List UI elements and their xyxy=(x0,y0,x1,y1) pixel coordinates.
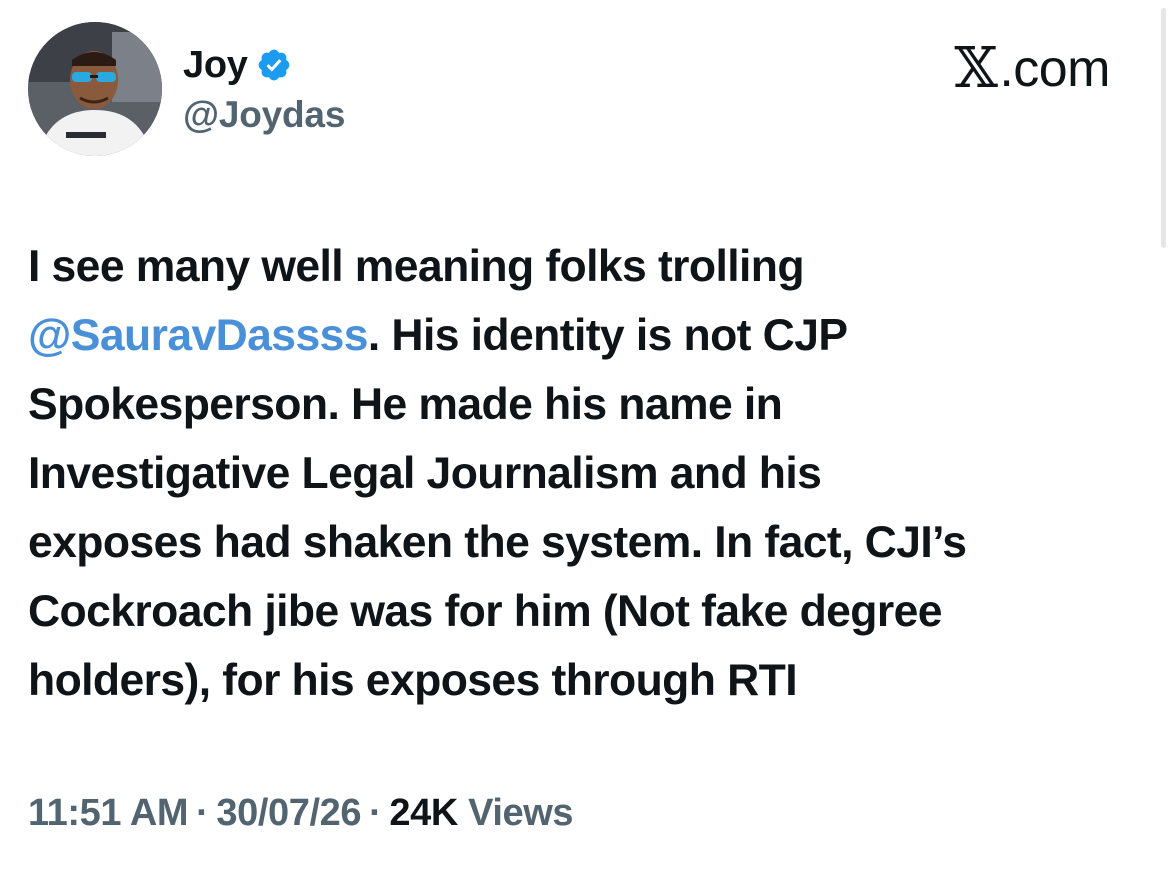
author-handle[interactable]: @Joydas xyxy=(183,94,345,136)
tweet-text-line: Cockroach jibe was for him (Not fake deg… xyxy=(28,577,1148,646)
tweet-header: Joy @Joydas 𝕏 .com xyxy=(28,22,1138,162)
tweet-text-segment: . His identity is not CJP xyxy=(367,311,848,360)
views-label: Views xyxy=(468,792,574,834)
tweet-text: I see many well meaning folks trolling @… xyxy=(28,232,1148,715)
tweet-text-line: Spokesperson. He made his name in xyxy=(28,370,1148,439)
verified-badge-icon[interactable] xyxy=(256,47,292,83)
tweet-text-segment: Investigative Legal Journalism and his xyxy=(28,449,822,498)
x-brand-logo: 𝕏 .com xyxy=(954,36,1110,101)
tweet-text-segment: exposes had shaken the system. In fact, … xyxy=(28,518,967,567)
tweet-card: Joy @Joydas 𝕏 .com I see many well meani… xyxy=(0,0,1170,871)
tweet-text-segment: Spokesperson. He made his name in xyxy=(28,380,783,429)
author-name-row: Joy xyxy=(183,42,345,88)
tweet-text-line: holders), for his exposes through RTI xyxy=(28,646,1148,715)
author-identity: Joy @Joydas xyxy=(183,42,345,136)
tweet-text-line: exposes had shaken the system. In fact, … xyxy=(28,508,1148,577)
x-logo-icon: 𝕏 xyxy=(954,36,998,101)
profile-photo-icon[interactable] xyxy=(28,22,162,156)
tweet-text-segment: I see many well meaning folks trolling xyxy=(28,242,805,291)
meta-separator: · xyxy=(196,792,209,834)
post-date[interactable]: 30/07/26 xyxy=(216,792,361,834)
views-count: 24K xyxy=(389,792,458,834)
brand-domain: .com xyxy=(999,39,1110,98)
meta-separator: · xyxy=(369,792,382,834)
tweet-text-line: @SauravDassss. His identity is not CJP xyxy=(28,301,1148,370)
post-time[interactable]: 11:51 AM xyxy=(28,792,189,834)
tweet-text-line: I see many well meaning folks trolling xyxy=(28,232,1148,301)
author-name[interactable]: Joy xyxy=(183,44,248,87)
tweet-text-segment: holders), for his exposes through RTI xyxy=(28,656,798,705)
mention-link[interactable]: @SauravDassss xyxy=(28,311,369,360)
tweet-meta: 11:51 AM · 30/07/26 · 24K Views xyxy=(28,792,574,835)
tweet-text-segment: Cockroach jibe was for him (Not fake deg… xyxy=(28,587,943,636)
scrollbar[interactable] xyxy=(1161,8,1166,248)
tweet-text-line: Investigative Legal Journalism and his xyxy=(28,439,1148,508)
